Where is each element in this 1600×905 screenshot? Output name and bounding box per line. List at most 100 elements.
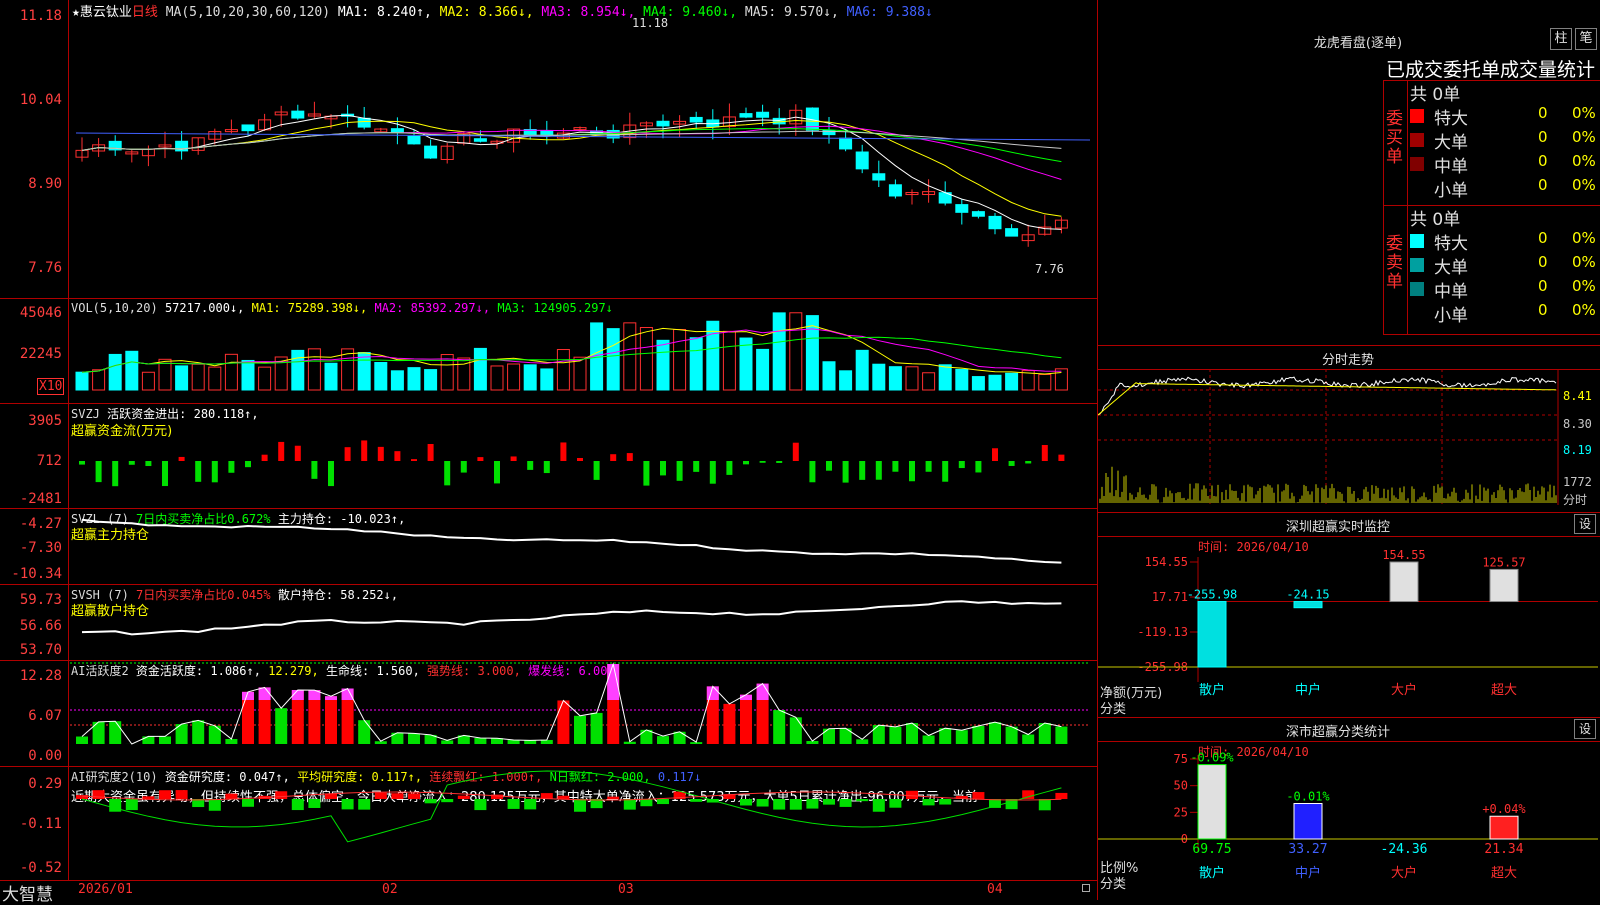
ai-research-chart[interactable]: [0, 766, 1098, 880]
buy-total: 共 0单: [1410, 80, 1460, 105]
sz-monitor-chart[interactable]: 154.5517.71-119.13-255.98-255.98散户-24.15…: [1098, 512, 1600, 717]
fund-flow-bar: [394, 451, 400, 461]
activity-bar: [972, 726, 984, 744]
sell-row-count: 0: [1538, 301, 1548, 319]
tab-tick-view[interactable]: 笔: [1575, 28, 1597, 50]
svzl-chart[interactable]: [0, 508, 1098, 584]
sell-total: 共 0单: [1410, 205, 1460, 230]
volume-bar: [790, 313, 802, 390]
intraday-axis-label: 8.41: [1563, 389, 1592, 403]
fund-flow-bar: [361, 440, 367, 461]
intraday-chart[interactable]: [1098, 345, 1600, 510]
buy-row-count: 0: [1538, 104, 1548, 122]
buy-row-count: 0: [1538, 152, 1548, 170]
research-bar: [358, 799, 370, 810]
sz-class-value-label: -24.36: [1381, 842, 1428, 857]
research-bar: [425, 799, 437, 803]
candle-body: [889, 185, 901, 196]
volume-bar: [1006, 373, 1018, 390]
fund-flow-bar: [112, 461, 118, 486]
activity-bar: [574, 716, 586, 744]
volume-bar: [192, 364, 204, 390]
sz-class-bar: [1198, 765, 1226, 839]
date-label: 03: [618, 882, 634, 897]
volume-bar: [557, 350, 569, 390]
fund-flow-bar: [278, 442, 284, 461]
activity-bar: [408, 733, 420, 744]
kline-pane[interactable]: 11.18 10.04 8.90 7.76 ★惠云钛业日线 MA(5,10,20…: [0, 0, 1098, 298]
volume-bar: [308, 349, 320, 390]
research-bar: [557, 796, 569, 799]
fund-flow-bar: [262, 455, 268, 461]
sz-class-bar: [1490, 816, 1518, 839]
sell-row-count: 0: [1538, 277, 1548, 295]
volume-bar: [1039, 375, 1051, 390]
sell-row-name: 小单: [1434, 301, 1468, 326]
sz-class-value-label: 21.34: [1484, 842, 1523, 857]
sz-monitor-panel[interactable]: 深圳超赢实时监控 设 时间: 2026/04/10 154.5517.71-11…: [1098, 512, 1600, 717]
volume-pane[interactable]: 45046 22245 X10 VOL(5,10,20) 57217.000↓,…: [0, 298, 1098, 403]
sz-monitor-category-label: 中户: [1295, 682, 1321, 698]
sz-class-panel[interactable]: 深市超赢分类统计 设 时间: 2026/04/10 7550250-0.09%6…: [1098, 717, 1600, 900]
low-annotation: 7.76: [1035, 262, 1064, 276]
intraday-axis-label: 8.30: [1563, 417, 1592, 431]
sz-monitor-category-label: 超大: [1491, 683, 1517, 698]
sz-monitor-value-label: -24.15: [1286, 588, 1329, 602]
left-chart-area: 11.18 10.04 8.90 7.76 ★惠云钛业日线 MA(5,10,20…: [0, 0, 1098, 900]
activity-bar: [790, 717, 802, 744]
volume-bar: [972, 377, 984, 390]
sell-row-pct: 0%: [1572, 277, 1596, 295]
research-bar: [574, 799, 586, 812]
sz-monitor-category-label: 大户: [1391, 682, 1417, 698]
research-bar: [790, 799, 802, 810]
buy-row-name: 小单: [1434, 176, 1468, 201]
volume-bar: [956, 369, 968, 390]
activity-bar: [557, 700, 569, 744]
candle-body: [408, 136, 420, 144]
volume-bar: [259, 367, 271, 390]
svzl-pane[interactable]: -4.27 -7.30 -10.34 SVZL (7) 7日内买卖净占比0.67…: [0, 508, 1098, 584]
ai-active-pane[interactable]: 12.28 6.07 0.00 AI活跃度2 资金活跃度: 1.086↑, 12…: [0, 660, 1098, 766]
svsh-chart[interactable]: [0, 584, 1098, 660]
activity-bar: [109, 721, 121, 744]
sz-class-value-label: 33.27: [1288, 842, 1327, 857]
volume-bar: [109, 354, 121, 390]
activity-bar: [740, 695, 752, 744]
candle-body: [989, 216, 1001, 228]
sell-row-name: 大单: [1434, 253, 1468, 278]
activity-bar: [1006, 727, 1018, 744]
buy-row-pct: 0%: [1572, 104, 1596, 122]
volume-bar: [391, 371, 403, 390]
fund-flow-bar: [677, 461, 683, 481]
intraday-panel[interactable]: 分时走势 8.41 8.30 8.19 1772 分时: [1098, 345, 1600, 510]
tab-bar-view[interactable]: 柱: [1550, 28, 1572, 50]
volume-bar: [674, 329, 686, 390]
kline-chart[interactable]: [0, 0, 1098, 298]
dragon-panel: 龙虎看盘(逐单) 柱 笔 已成交委托单成交量统计 委买单 委卖单 共 0单 特大…: [1098, 0, 1600, 345]
sz-monitor-tick-label: -119.13: [1137, 625, 1188, 639]
research-bar: [740, 799, 752, 805]
activity-bar: [441, 740, 453, 744]
buy-color-swatch: [1410, 109, 1424, 123]
dragon-left-border: [1383, 80, 1384, 335]
fund-flow-bar: [494, 461, 500, 483]
sz-class-xlabel: 分类: [1100, 873, 1126, 892]
volume-chart[interactable]: [0, 298, 1098, 403]
ai-active-chart[interactable]: [0, 660, 1098, 766]
research-bar: [126, 799, 138, 810]
sz-class-chart[interactable]: 7550250-0.09%69.75散户-0.01%33.27中户-24.36大…: [1098, 717, 1600, 900]
sz-monitor-tick-label: 154.55: [1145, 555, 1188, 569]
activity-bar: [142, 736, 154, 744]
candle-body: [972, 212, 984, 217]
fund-flow-bar: [129, 461, 135, 465]
volume-bar: [176, 366, 188, 390]
ai-research-pane[interactable]: 0.29 -0.11 -0.52 AI研究度2(10) 资金研究度: 0.047…: [0, 766, 1098, 880]
svzj-pane[interactable]: 3905 712 -2481 SVZJ 活跃资金进出: 280.118↑, 超赢…: [0, 403, 1098, 508]
lock-icon[interactable]: [1082, 884, 1090, 892]
svzj-chart[interactable]: [0, 403, 1098, 508]
svsh-pane[interactable]: 59.73 56.66 53.70 SVSH (7) 7日内买卖净占比0.045…: [0, 584, 1098, 660]
volume-bar: [325, 363, 337, 390]
activity-bar: [275, 708, 287, 744]
fund-flow-bar: [345, 447, 351, 461]
volume-bar: [923, 373, 935, 390]
